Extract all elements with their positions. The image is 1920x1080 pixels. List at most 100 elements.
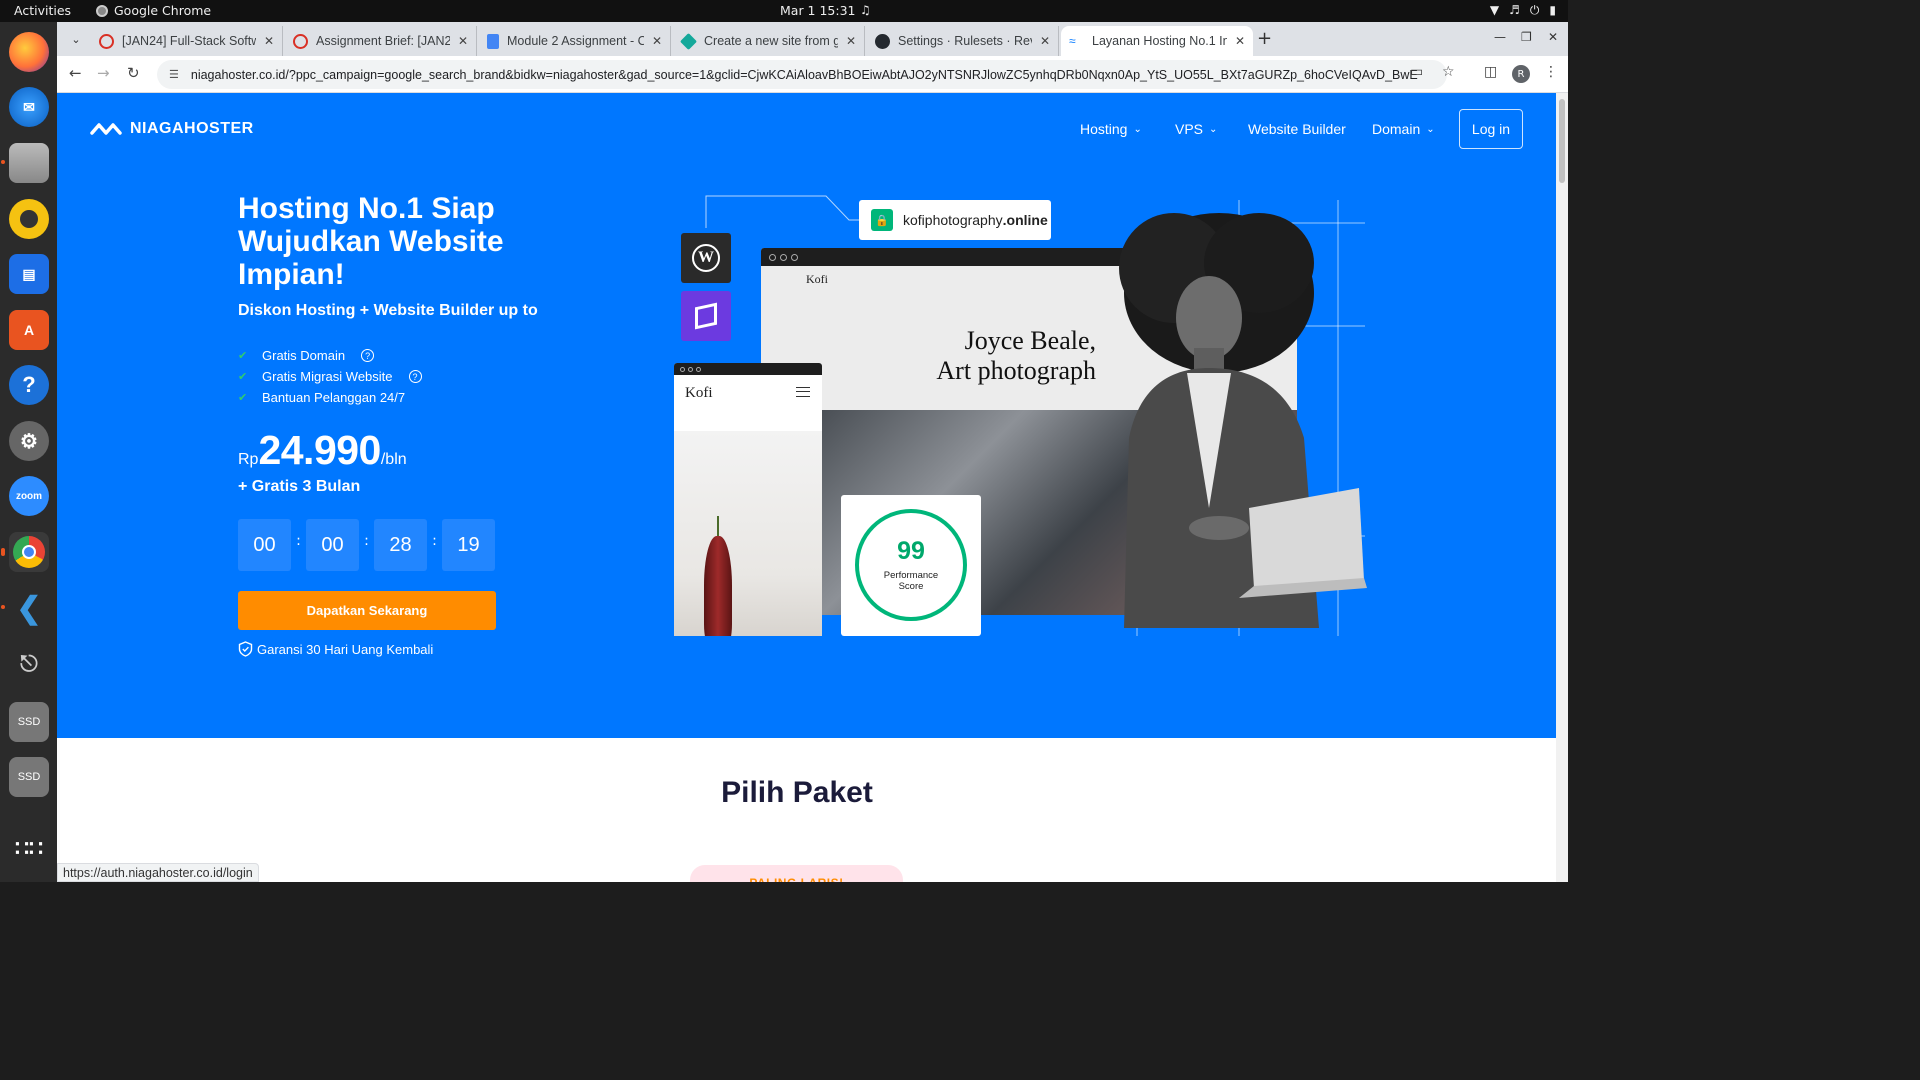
profile-avatar[interactable]: R bbox=[1512, 65, 1530, 83]
shield-check-icon bbox=[238, 641, 253, 657]
window-close-icon[interactable]: ✕ bbox=[1548, 30, 1558, 44]
close-icon[interactable]: ✕ bbox=[1040, 34, 1050, 48]
check-icon: ✔ bbox=[238, 392, 248, 404]
tab-search-chevron-icon[interactable]: ⌄ bbox=[65, 28, 87, 50]
website-builder-tile bbox=[681, 291, 731, 341]
get-now-button[interactable]: Dapatkan Sekarang bbox=[238, 591, 496, 630]
hero-title: Hosting No.1 Siap Wujudkan Website Impia… bbox=[238, 192, 504, 291]
help-icon[interactable]: ? bbox=[9, 365, 49, 405]
hero-illustration: 🔒 kofiphotography.online W Kofi Joyce Be… bbox=[657, 193, 1377, 643]
writer-icon[interactable]: ▤ bbox=[9, 254, 49, 294]
files-icon[interactable] bbox=[1, 143, 49, 183]
check-icon: ✔ bbox=[238, 371, 248, 383]
bookmark-star-icon[interactable]: ☆ bbox=[1442, 64, 1455, 80]
mobile-photo bbox=[674, 431, 822, 636]
thunderbird-icon[interactable]: ✉ bbox=[9, 87, 49, 127]
close-icon[interactable]: ✕ bbox=[458, 34, 468, 48]
app-menu[interactable]: Google Chrome bbox=[96, 3, 211, 18]
check-icon: ✔ bbox=[238, 350, 248, 362]
loading-icon bbox=[293, 33, 308, 49]
niagahoster-icon: ≈ bbox=[1069, 34, 1076, 48]
ssd-drive-icon[interactable]: SSD bbox=[9, 702, 49, 742]
tab[interactable]: [JAN24] Full-Stack Softw ✕ bbox=[91, 26, 283, 56]
vase-image bbox=[704, 536, 732, 636]
rhythmbox-icon[interactable] bbox=[9, 199, 49, 239]
volume-icon: ♬ bbox=[1509, 3, 1520, 17]
tab[interactable]: Settings · Rulesets · Revo ✕ bbox=[867, 26, 1059, 56]
url-text[interactable]: niagahoster.co.id/?ppc_campaign=google_s… bbox=[191, 68, 1418, 82]
wordpress-tile: W bbox=[681, 233, 731, 283]
new-tab-plus-icon[interactable]: + bbox=[1257, 28, 1272, 49]
web-page: NIAGAHOSTER Hosting ⌄ VPS ⌄ Website Builde… bbox=[57, 93, 1556, 882]
login-button[interactable]: Log in bbox=[1459, 109, 1523, 149]
settings-gear-icon[interactable]: ⚙ bbox=[9, 421, 49, 461]
performance-score-card: 99 Performance Score bbox=[841, 495, 981, 636]
address-bar[interactable]: ☰ niagahoster.co.id/?ppc_campaign=google… bbox=[157, 60, 1447, 89]
price-period: /bln bbox=[380, 451, 407, 468]
scrollbar-thumb[interactable] bbox=[1559, 99, 1565, 183]
close-icon[interactable]: ✕ bbox=[264, 34, 274, 48]
niagahoster-logo[interactable]: NIAGAHOSTER bbox=[90, 120, 254, 138]
reload-icon[interactable]: ↻ bbox=[127, 64, 140, 82]
zoom-icon[interactable]: zoom bbox=[9, 476, 49, 516]
netlify-icon bbox=[680, 32, 697, 50]
install-app-icon[interactable]: ▭ bbox=[1410, 64, 1423, 80]
link-status-bar: https://auth.niagahoster.co.id/login bbox=[57, 863, 259, 882]
back-arrow-icon[interactable]: ← bbox=[69, 64, 82, 82]
tab[interactable]: Assignment Brief: [JAN2 ✕ bbox=[285, 26, 477, 56]
maximize-icon[interactable]: ❐ bbox=[1521, 30, 1532, 44]
close-icon[interactable]: ✕ bbox=[652, 34, 662, 48]
ssd-drive-icon[interactable]: SSD bbox=[9, 757, 49, 797]
clock[interactable]: Mar 1 15:31 bbox=[780, 3, 856, 18]
site-info-icon[interactable]: ☰ bbox=[169, 68, 179, 81]
score-label: Performance Score bbox=[883, 570, 939, 592]
browser-toolbar: ← → ↻ ☰ niagahoster.co.id/?ppc_campaign=… bbox=[57, 56, 1568, 93]
app-name: Google Chrome bbox=[114, 3, 212, 18]
hero-section: NIAGAHOSTER Hosting ⌄ VPS ⌄ Website Builde… bbox=[57, 93, 1556, 738]
vscode-icon[interactable]: ❮ bbox=[1, 588, 49, 628]
logo-wave-icon bbox=[90, 123, 122, 135]
loading-icon bbox=[99, 33, 114, 49]
show-apps-grid-icon[interactable]: ∷∷ bbox=[9, 829, 49, 869]
guarantee: Garansi 30 Hari Uang Kembali bbox=[238, 641, 433, 657]
best-seller-badge: PALING LARIS! bbox=[690, 865, 903, 882]
kebab-menu-icon[interactable]: ⋮ bbox=[1544, 64, 1558, 80]
nav-hosting[interactable]: Hosting ⌄ bbox=[1080, 121, 1142, 137]
side-panel-icon[interactable]: ◫ bbox=[1484, 64, 1497, 80]
firefox-icon[interactable] bbox=[9, 32, 49, 72]
notification-bell-icon[interactable]: ♫ bbox=[860, 3, 871, 17]
chevron-down-icon: ⌄ bbox=[1209, 123, 1218, 135]
price-currency: Rp bbox=[238, 451, 259, 468]
chevron-down-icon: ⌄ bbox=[1133, 123, 1142, 135]
tab[interactable]: Create a new site from g ✕ bbox=[673, 26, 865, 56]
mobile-site-mockup: Kofi bbox=[674, 363, 822, 636]
tab[interactable]: Module 2 Assignment - C ✕ bbox=[479, 26, 671, 56]
hero-subtitle: Diskon Hosting + Website Builder up to bbox=[238, 302, 538, 319]
close-icon[interactable]: ✕ bbox=[1235, 34, 1245, 48]
countdown-hours: 00 bbox=[306, 519, 359, 571]
feature-item: ✔ Gratis Migrasi Website? bbox=[238, 366, 422, 387]
app-center-icon[interactable]: A bbox=[9, 310, 49, 350]
nav-domain[interactable]: Domain ⌄ bbox=[1372, 121, 1435, 137]
feature-item: ✔ Gratis Domain? bbox=[238, 345, 422, 366]
page-scrollbar[interactable] bbox=[1556, 93, 1568, 882]
minimize-icon[interactable]: — bbox=[1494, 30, 1506, 44]
mockup-brand: Kofi bbox=[806, 272, 828, 286]
countdown-minutes: 28 bbox=[374, 519, 427, 571]
power-icon: ⏻ bbox=[1529, 3, 1540, 17]
tab-active[interactable]: ≈ Layanan Hosting No.1 In ✕ bbox=[1061, 26, 1253, 56]
usb-drive-icon[interactable]: ⎋ bbox=[9, 644, 49, 684]
close-icon[interactable]: ✕ bbox=[846, 34, 856, 48]
nav-website-builder[interactable]: Website Builder bbox=[1248, 121, 1346, 137]
nav-vps[interactable]: VPS ⌄ bbox=[1175, 121, 1217, 137]
forward-arrow-icon[interactable]: → bbox=[97, 64, 110, 82]
chrome-app-icon bbox=[96, 4, 108, 17]
chrome-icon[interactable] bbox=[1, 532, 49, 572]
feature-item: ✔ Bantuan Pelanggan 24/7 bbox=[238, 390, 406, 405]
help-tooltip-icon[interactable]: ? bbox=[408, 370, 422, 383]
system-tray[interactable]: ▼ ♬ ⏻ ▮ bbox=[1490, 3, 1556, 18]
help-tooltip-icon[interactable]: ? bbox=[361, 349, 375, 362]
score-value: 99 bbox=[897, 537, 925, 565]
countdown-days: 00 bbox=[238, 519, 291, 571]
activities-button[interactable]: Activities bbox=[14, 3, 71, 18]
